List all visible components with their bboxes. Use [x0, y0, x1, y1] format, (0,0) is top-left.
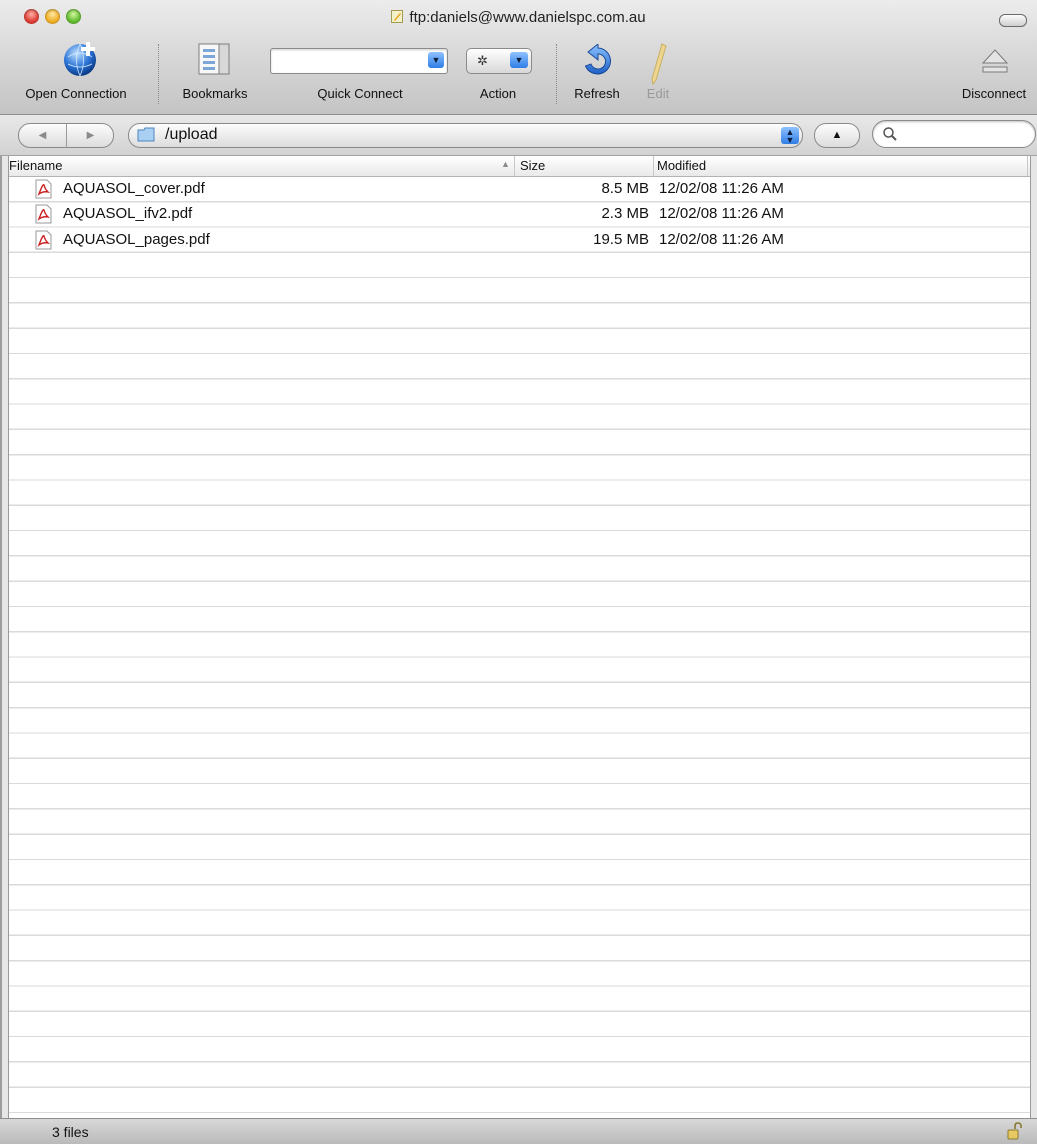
disconnect-label: Disconnect — [961, 86, 1027, 101]
eject-icon — [981, 49, 1009, 73]
globe-plus-icon — [64, 42, 96, 77]
column-divider — [1027, 156, 1028, 176]
document-proxy-icon[interactable] — [391, 10, 404, 23]
file-name: AQUASOL_cover.pdf — [63, 180, 205, 197]
toolbar-toggle-button[interactable] — [999, 14, 1027, 27]
status-bar: 3 files — [0, 1118, 1037, 1144]
file-size: 19.5 MB — [593, 230, 649, 248]
file-size: 8.5 MB — [601, 180, 649, 197]
refresh-label: Refresh — [574, 86, 620, 101]
back-forward-control: ◀ ▶ — [18, 123, 114, 148]
search-field[interactable] — [872, 120, 1036, 148]
file-modified: 12/02/08 11:26 AM — [659, 180, 784, 197]
toolbar-area: ftp:daniels@www.danielspc.com.au Open Co… — [0, 0, 1037, 115]
search-icon — [883, 127, 897, 141]
refresh-button[interactable]: Refresh — [564, 32, 630, 108]
toolbar-separator — [158, 44, 160, 104]
table-row[interactable]: AQUASOL_ifv2.pdf 2.3 MB 12/02/08 11:26 A… — [9, 202, 1030, 227]
action-item: Action — [458, 32, 538, 108]
pdf-icon — [35, 204, 52, 224]
pdf-icon — [35, 230, 52, 250]
edit-button[interactable]: Edit — [636, 32, 680, 108]
column-divider[interactable] — [514, 156, 515, 176]
bookmarks-label: Bookmarks — [182, 86, 248, 101]
table-row[interactable]: AQUASOL_pages.pdf 19.5 MB 12/02/08 11:26… — [9, 228, 1030, 253]
unlocked-icon[interactable] — [1007, 1122, 1023, 1140]
folder-icon — [137, 127, 155, 142]
table-row[interactable]: AQUASOL_cover.pdf 8.5 MB 12/02/08 11:26 … — [9, 177, 1030, 202]
file-modified: 12/02/08 11:26 AM — [659, 205, 784, 223]
table-header: Filename ▲ Size Modified — [9, 156, 1030, 177]
current-path: /upload — [165, 126, 218, 143]
forward-button[interactable]: ▶ — [67, 124, 114, 147]
action-label: Action — [479, 86, 517, 101]
path-popup-button[interactable]: /upload ▲ ▼ — [128, 123, 803, 148]
bookmarks-button[interactable]: Bookmarks — [170, 32, 260, 108]
window-left-edge — [0, 0, 2, 1144]
file-modified: 12/02/08 11:26 AM — [659, 230, 784, 248]
back-button[interactable]: ◀ — [19, 124, 66, 147]
open-connection-button[interactable]: Open Connection — [12, 32, 140, 108]
pdf-icon — [35, 179, 52, 199]
file-size: 2.3 MB — [601, 205, 649, 223]
edit-label: Edit — [646, 86, 670, 101]
open-connection-label: Open Connection — [25, 86, 127, 101]
navigation-bar: ◀ ▶ /upload ▲ ▼ ▲ — [0, 115, 1037, 156]
pencil-icon — [651, 43, 667, 86]
table-body: AQUASOL_cover.pdf 8.5 MB 12/02/08 11:26 … — [9, 177, 1030, 1118]
window-title-text: ftp:daniels@www.danielspc.com.au — [409, 9, 646, 26]
title-bar[interactable]: ftp:daniels@www.danielspc.com.au — [0, 0, 1037, 34]
column-header-size[interactable]: Size — [520, 158, 545, 173]
column-header-filename[interactable]: Filename — [9, 158, 62, 173]
ftp-browser-window: ftp:daniels@www.danielspc.com.au Open Co… — [0, 0, 1037, 1144]
path-popup-arrows[interactable]: ▲ ▼ — [781, 127, 799, 145]
disconnect-button[interactable]: Disconnect — [954, 32, 1034, 108]
file-name: AQUASOL_pages.pdf — [63, 230, 210, 248]
file-name: AQUASOL_ifv2.pdf — [63, 205, 193, 223]
file-table: Filename ▲ Size Modified AQUASOL_cover.p… — [8, 156, 1031, 1118]
sort-ascending-icon: ▲ — [501, 159, 510, 169]
column-header-modified[interactable]: Modified — [657, 158, 706, 173]
refresh-icon — [584, 44, 611, 75]
window-title: ftp:daniels@www.danielspc.com.au — [0, 9, 1037, 26]
parent-directory-button[interactable]: ▲ — [814, 123, 860, 148]
column-divider[interactable] — [653, 156, 654, 176]
quick-connect-item: Quick Connect — [280, 32, 440, 108]
quick-connect-label: Quick Connect — [317, 86, 403, 101]
file-count-status: 3 files — [52, 1124, 89, 1140]
toolbar-separator — [556, 44, 558, 104]
bookmarks-icon — [198, 43, 230, 75]
